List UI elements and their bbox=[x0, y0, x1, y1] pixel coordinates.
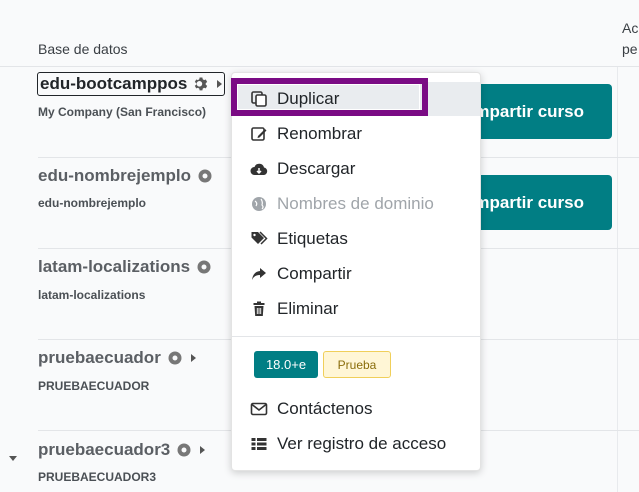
caret-right-icon[interactable] bbox=[217, 80, 223, 88]
gear-icon[interactable] bbox=[193, 76, 209, 92]
menu-item-delete[interactable]: Eliminar bbox=[232, 292, 480, 326]
menu-item-rename[interactable]: Renombrar bbox=[232, 117, 480, 151]
edit-icon bbox=[250, 125, 268, 143]
db-subtitle: edu-nombrejemplo bbox=[38, 196, 147, 210]
menu-item-duplicate[interactable]: Duplicar bbox=[232, 82, 480, 116]
db-name-edu-nombrejemplo[interactable]: edu-nombrejemplo bbox=[38, 166, 213, 186]
version-badge: 18.0+e bbox=[254, 351, 318, 378]
column-header-database: Base de datos bbox=[38, 41, 128, 57]
db-name-pruebaecuador3[interactable]: pruebaecuador3 bbox=[38, 440, 206, 460]
db-subtitle: PRUEBAECUADOR3 bbox=[38, 470, 157, 484]
copy-icon bbox=[250, 90, 268, 108]
globe-icon bbox=[250, 195, 268, 213]
db-name-edu-bootcamppos[interactable]: edu-bootcamppos bbox=[37, 72, 226, 96]
list-icon bbox=[250, 435, 268, 453]
gear-icon[interactable] bbox=[197, 168, 213, 184]
cloud-download-icon bbox=[250, 160, 268, 178]
menu-item-access-log[interactable]: Ver registro de acceso bbox=[232, 427, 480, 461]
gear-icon[interactable] bbox=[167, 350, 183, 366]
gear-icon[interactable] bbox=[196, 259, 212, 275]
column-header-right: Ac pe bbox=[622, 20, 639, 57]
caret-down-icon[interactable] bbox=[9, 456, 17, 461]
tags-icon bbox=[250, 230, 268, 248]
db-subtitle: latam-localizations bbox=[38, 288, 146, 302]
environment-badge: Prueba bbox=[323, 351, 391, 378]
caret-right-icon[interactable] bbox=[200, 446, 206, 454]
gear-icon[interactable] bbox=[176, 442, 192, 458]
menu-divider bbox=[232, 336, 480, 337]
share-course-button[interactable]: Compartir curso bbox=[468, 84, 612, 139]
caret-right-icon[interactable] bbox=[190, 354, 196, 362]
db-subtitle: PRUEBAECUADOR bbox=[38, 379, 150, 393]
menu-item-domain-names[interactable]: Nombres de dominio bbox=[232, 187, 480, 221]
menu-item-contact[interactable]: Contáctenos bbox=[232, 392, 480, 426]
envelope-icon bbox=[250, 400, 268, 418]
header-divider bbox=[0, 66, 639, 67]
db-name-latam-localizations[interactable]: latam-localizations bbox=[38, 257, 212, 277]
column-divider bbox=[617, 67, 618, 492]
menu-item-share[interactable]: Compartir bbox=[232, 257, 480, 291]
share-icon bbox=[250, 265, 268, 283]
share-course-button[interactable]: Compartir curso bbox=[468, 175, 612, 230]
db-subtitle: My Company (San Francisco) bbox=[38, 105, 207, 119]
menu-item-download[interactable]: Descargar bbox=[232, 152, 480, 186]
db-name-pruebaecuador[interactable]: pruebaecuador bbox=[38, 348, 196, 368]
database-actions-menu: Duplicar Renombrar Descargar Nombres de … bbox=[231, 72, 481, 471]
menu-item-tags[interactable]: Etiquetas bbox=[232, 222, 480, 256]
trash-icon bbox=[250, 300, 268, 318]
